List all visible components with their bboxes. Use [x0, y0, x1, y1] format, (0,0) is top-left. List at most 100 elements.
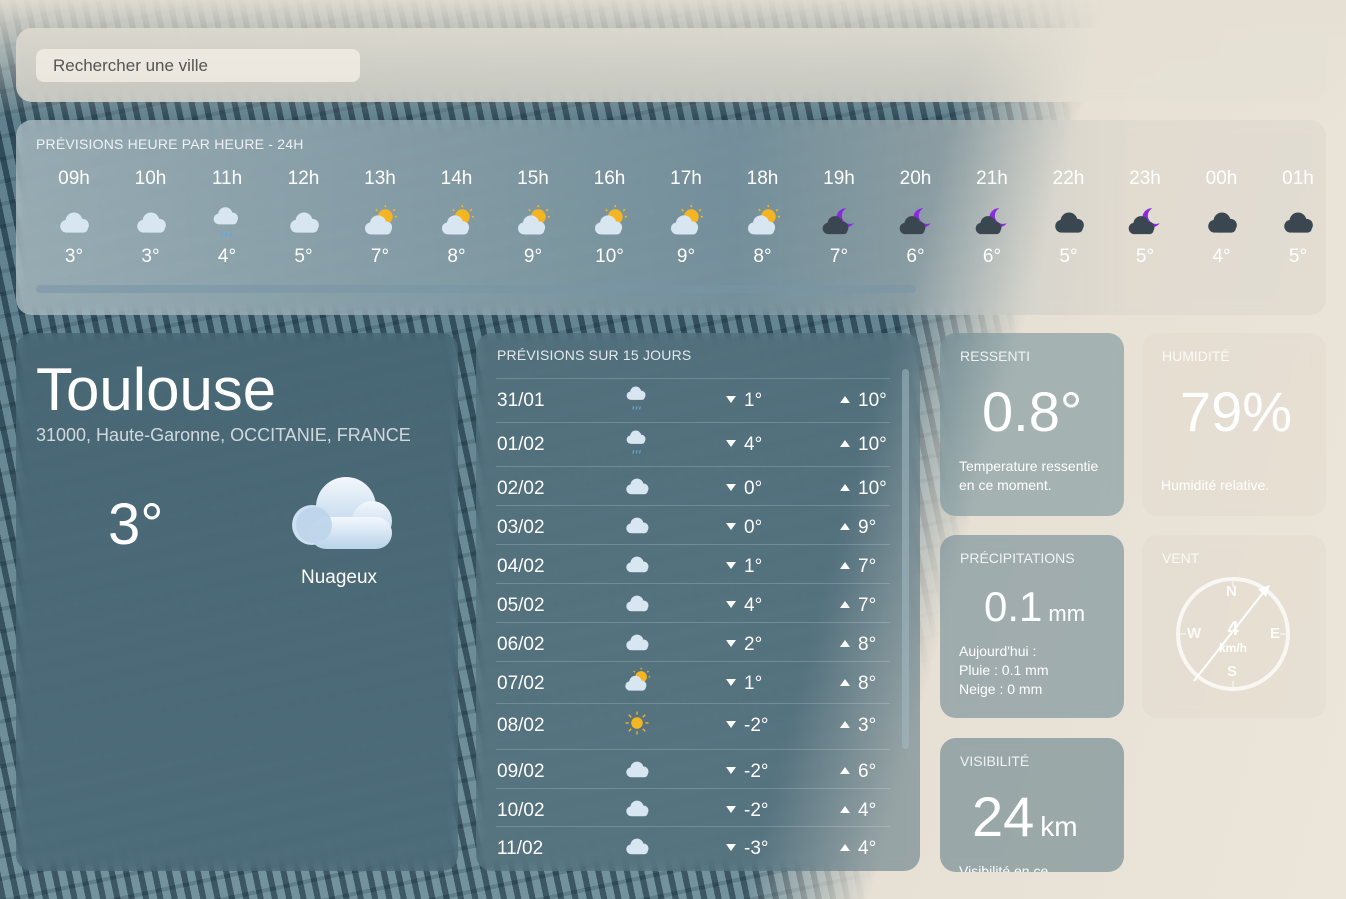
compass-south: S: [1227, 663, 1238, 680]
hourly-item: 17h 9°: [656, 168, 716, 268]
daily-max-value: 6°: [858, 761, 877, 782]
min-arrow-icon: [726, 523, 736, 530]
daily-row[interactable]: 05/02 4° 7°: [496, 583, 890, 622]
cloud-icon: [622, 833, 652, 859]
current-weather-panel: Toulouse 31000, Haute-Garonne, OCCITANIE…: [16, 333, 458, 871]
current-temperature: 3°: [108, 492, 164, 557]
daily-row[interactable]: 06/02 2° 8°: [496, 622, 890, 661]
city-location: 31000, Haute-Garonne, OCCITANIE, FRANCE: [36, 425, 411, 445]
daily-date: 07/02: [497, 673, 545, 694]
visibility-value: 24: [972, 785, 1035, 848]
daily-row[interactable]: 04/02 1° 7°: [496, 544, 890, 583]
hourly-item: 14h 8°: [427, 168, 487, 268]
sun-cloud-icon: [733, 204, 793, 240]
daily-row[interactable]: 08/02 -2° 3°: [496, 703, 890, 742]
hourly-temperature: 7°: [370, 246, 390, 267]
daily-min-value: 0°: [744, 517, 763, 538]
daily-row[interactable]: 03/02 0° 9°: [496, 505, 890, 544]
wind-tile: VENT N S E W 4 km/h: [1142, 535, 1326, 718]
precipitation-snow: Neige : 0 mm: [959, 681, 1043, 697]
min-arrow-icon: [726, 844, 736, 851]
precipitation-today: Aujourd'hui :: [959, 643, 1037, 659]
max-arrow-icon: [840, 640, 850, 647]
weather-condition: Nuageux: [300, 567, 378, 588]
max-arrow-icon: [840, 562, 850, 569]
daily-row[interactable]: 11/02 -3° 4°: [496, 826, 890, 865]
hourly-temperature: 9°: [676, 246, 696, 267]
rain-cloud-icon: [622, 385, 652, 411]
daily-min-value: 4°: [744, 595, 763, 616]
daily-row[interactable]: 31/01 1° 10°: [496, 378, 890, 417]
hourly-temperature: 8°: [753, 246, 772, 267]
daily-date: 09/02: [497, 761, 545, 782]
daily-min-temp: 2°: [726, 634, 762, 656]
sun-cloud-icon: [580, 204, 640, 240]
daily-row[interactable]: 10/02 -2° 4°: [496, 788, 890, 827]
city-name: Toulouse: [36, 356, 277, 423]
precipitation-tile: PRÉCIPITATIONS 0.1 mm Aujourd'hui : Pluie…: [940, 535, 1124, 718]
min-arrow-icon: [726, 640, 736, 647]
hourly-scrollbar[interactable]: [36, 285, 916, 293]
wind-title: VENT: [1162, 550, 1200, 566]
max-arrow-icon: [840, 806, 850, 813]
hourly-item: 13h 7°: [350, 168, 410, 268]
sun-cloud-icon: [656, 204, 716, 240]
hourly-item: 15h 9°: [503, 168, 563, 268]
daily-max-temp: 7°: [840, 556, 876, 578]
daily-row[interactable]: 01/02 4° 10°: [496, 422, 890, 461]
hourly-item: 09h 3°: [44, 168, 104, 268]
hourly-temperature: 5°: [1135, 246, 1155, 267]
humidity-value: 79%: [1180, 380, 1293, 443]
min-arrow-icon: [726, 721, 736, 728]
daily-min-temp: -2°: [726, 800, 769, 822]
max-arrow-icon: [840, 440, 850, 447]
hourly-time: 22h: [1052, 168, 1085, 189]
hourly-time: 23h: [1129, 168, 1161, 189]
compass-north: N: [1226, 583, 1237, 600]
hourly-temperature: 6°: [982, 246, 1002, 267]
daily-forecast-title: PRÉVISIONS SUR 15 JOURS: [497, 347, 692, 363]
daily-date: 03/02: [497, 517, 545, 538]
cloud-icon: [288, 473, 398, 557]
daily-min-value: 1°: [744, 390, 763, 411]
daily-row[interactable]: 07/02 1° 8°: [496, 661, 890, 700]
hourly-temperature: 3°: [64, 246, 84, 267]
hourly-temperature: 9°: [523, 246, 543, 267]
daily-max-value: 8°: [858, 634, 877, 655]
hourly-temperature: 5°: [1059, 246, 1078, 267]
hourly-temperature: 5°: [1288, 246, 1308, 267]
feels-like-title: RESSENTI: [960, 348, 1031, 364]
hourly-item: 11h 4°: [197, 168, 257, 268]
hourly-time: 12h: [287, 168, 320, 189]
daily-max-value: 3°: [858, 715, 877, 736]
daily-date: 31/01: [497, 390, 545, 411]
humidity-desc: Humidité relative.: [1161, 477, 1270, 493]
daily-min-value: 4°: [744, 434, 763, 455]
visibility-unit: km: [1040, 811, 1078, 842]
daily-max-temp: 4°: [840, 838, 876, 860]
cloud-icon: [121, 204, 181, 240]
daily-max-value: 9°: [858, 517, 877, 538]
max-arrow-icon: [840, 721, 850, 728]
max-arrow-icon: [840, 523, 850, 530]
hourly-time: 00h: [1205, 168, 1238, 189]
wind-unit: km/h: [1218, 641, 1247, 655]
daily-min-value: 0°: [744, 478, 763, 499]
hourly-time: 14h: [440, 168, 473, 189]
cloud-icon: [622, 512, 652, 538]
max-arrow-icon: [840, 679, 850, 686]
daily-max-temp: 10°: [840, 478, 887, 500]
daily-max-value: 7°: [858, 595, 877, 616]
daily-row[interactable]: 09/02 -2° 6°: [496, 749, 890, 788]
sun-cloud-icon: [503, 204, 563, 240]
daily-max-value: 10°: [858, 390, 887, 411]
daily-max-value: 10°: [858, 478, 887, 499]
sun-icon: [622, 710, 652, 736]
daily-date: 01/02: [497, 434, 545, 455]
daily-max-value: 10°: [858, 434, 887, 455]
feels-like-value: 0.8°: [982, 380, 1083, 443]
hourly-time: 20h: [899, 168, 932, 189]
daily-row[interactable]: 02/02 0° 10°: [496, 466, 890, 505]
search-input[interactable]: [36, 49, 360, 82]
daily-scrollbar[interactable]: [902, 369, 909, 749]
